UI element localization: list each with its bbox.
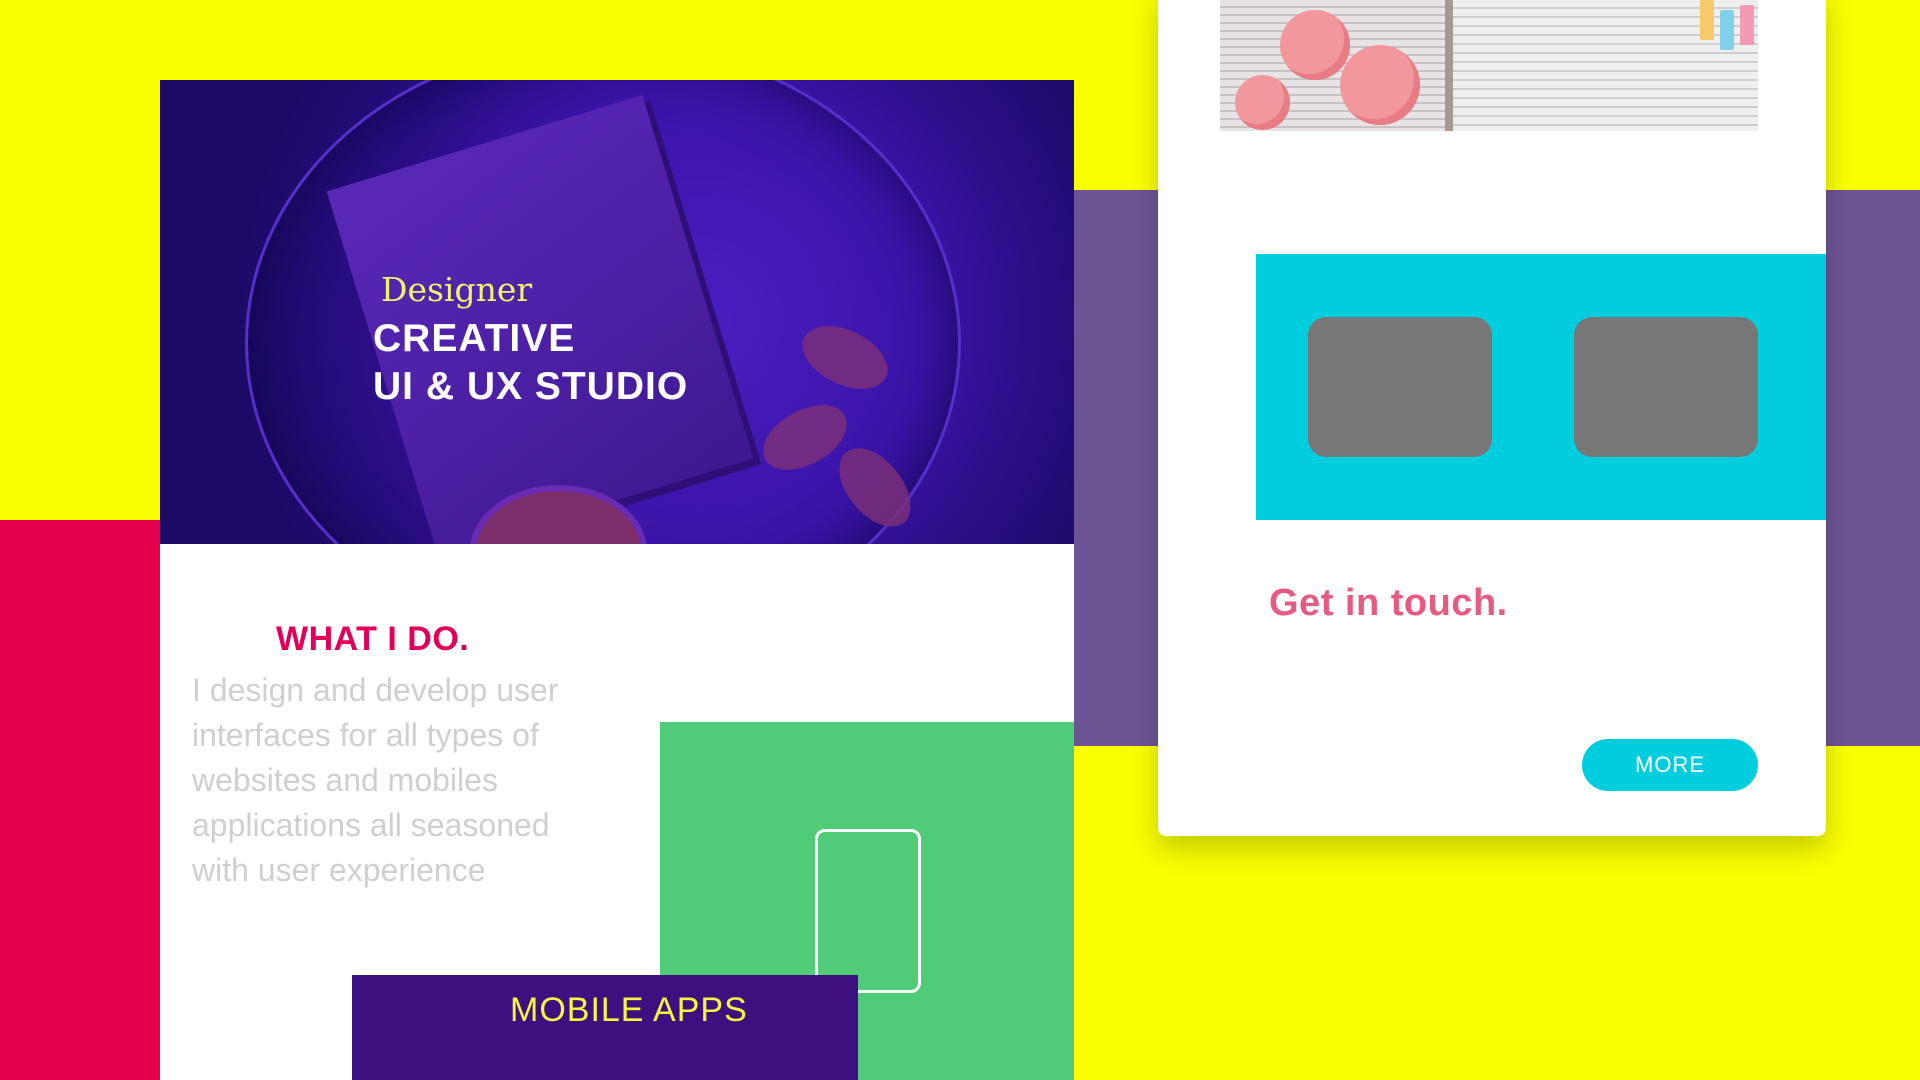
mobile-apps-label: MOBILE APPS	[510, 991, 748, 1029]
gallery-placeholder-tile[interactable]	[1308, 317, 1492, 457]
hero-title: CREATIVE UI & UX STUDIO	[373, 315, 688, 411]
design-canvas: Designer CREATIVE UI & UX STUDIO WHAT I …	[0, 0, 1920, 1080]
hero-title-line-2: UI & UX STUDIO	[373, 365, 689, 408]
phone-outline-icon	[815, 829, 921, 993]
flower-decoration	[1280, 10, 1350, 80]
flower-decoration	[1235, 75, 1290, 130]
sticky-tab-decoration	[1720, 10, 1734, 50]
gallery-placeholder-tile[interactable]	[1574, 317, 1758, 457]
sticky-tab-decoration	[1700, 0, 1714, 40]
portfolio-landing-card: Designer CREATIVE UI & UX STUDIO WHAT I …	[160, 80, 1074, 1080]
hero-kicker: Designer	[381, 270, 533, 309]
notebook-flowers-photo	[1220, 0, 1758, 131]
what-i-do-description: I design and develop user interfaces for…	[192, 672, 559, 888]
contact-page-card: Get in touch. MORE	[1158, 0, 1826, 836]
flower-decoration	[1340, 45, 1420, 125]
get-in-touch-heading: Get in touch.	[1269, 582, 1508, 624]
what-i-do-heading: WHAT I DO.	[276, 620, 470, 658]
hero-banner: Designer CREATIVE UI & UX STUDIO	[160, 80, 1074, 544]
hero-text-block: Designer CREATIVE UI & UX STUDIO	[373, 270, 688, 411]
sticky-tab-decoration	[1740, 5, 1754, 45]
more-button[interactable]: MORE	[1582, 739, 1758, 791]
photo-book-gutter	[1445, 0, 1453, 131]
gallery-band	[1256, 254, 1826, 520]
mobile-apps-tile[interactable]: MOBILE APPS	[352, 975, 858, 1080]
hero-title-line-1: CREATIVE	[373, 317, 576, 360]
